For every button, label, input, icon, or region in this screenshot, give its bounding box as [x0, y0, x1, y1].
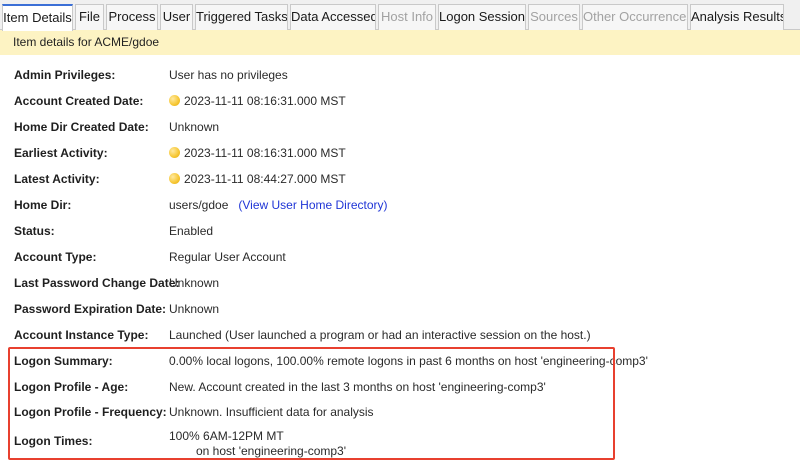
tab-sources[interactable]: Sources [528, 4, 580, 30]
detail-label: Account Created Date: [14, 94, 144, 108]
info-bar: Item details for ACME/gdoe [0, 30, 800, 55]
detail-row-last-password-change-date: Last Password Change Date: Unknown [0, 269, 800, 295]
detail-value: Enabled [169, 224, 214, 238]
detail-value-wrap: users/gdoe (View User Home Directory) [169, 198, 388, 212]
detail-label: Admin Privileges: [14, 68, 116, 82]
logon-info-highlight-box [8, 347, 615, 460]
detail-label: Home Dir: [14, 198, 72, 212]
detail-value-wrap: 2023-11-11 08:16:31.000 MST [169, 94, 346, 108]
detail-value: Regular User Account [169, 250, 286, 264]
detail-row-admin-privileges: Admin Privileges: User has no privileges [0, 61, 800, 87]
tab-host-info[interactable]: Host Info [378, 4, 436, 30]
detail-label: Earliest Activity: [14, 146, 108, 160]
detail-row-earliest-activity: Earliest Activity: 2023-11-11 08:16:31.0… [0, 139, 800, 165]
view-home-directory-link[interactable]: (View User Home Directory) [238, 198, 387, 212]
detail-row-home-dir-created-date: Home Dir Created Date: Unknown [0, 113, 800, 139]
detail-row-account-created-date: Account Created Date: 2023-11-11 08:16:3… [0, 87, 800, 113]
detail-value-wrap: 2023-11-11 08:16:31.000 MST [169, 146, 346, 160]
detail-label: Status: [14, 224, 55, 238]
tab-data-accessed[interactable]: Data Accessed [290, 4, 376, 30]
yellow-dot-icon [169, 95, 180, 106]
detail-row-password-expiration-date: Password Expiration Date: Unknown [0, 295, 800, 321]
yellow-dot-icon [169, 173, 180, 184]
tab-user[interactable]: User [160, 4, 193, 30]
detail-row-latest-activity: Latest Activity: 2023-11-11 08:44:27.000… [0, 165, 800, 191]
detail-row-account-instance-type: Account Instance Type: Launched (User la… [0, 321, 800, 347]
detail-row-home-dir: Home Dir: users/gdoe (View User Home Dire… [0, 191, 800, 217]
detail-value: Unknown [169, 302, 220, 316]
detail-value: users/gdoe [169, 198, 229, 212]
tab-analysis-results[interactable]: Analysis Results [690, 4, 784, 30]
detail-value: 2023-11-11 08:16:31.000 MST [184, 94, 346, 108]
detail-value: 2023-11-11 08:16:31.000 MST [184, 146, 346, 160]
detail-label: Account Instance Type: [14, 328, 149, 342]
detail-row-status: Status: Enabled [0, 217, 800, 243]
detail-row-account-type: Account Type: Regular User Account [0, 243, 800, 269]
detail-label: Latest Activity: [14, 172, 100, 186]
detail-value: User has no privileges [169, 68, 288, 82]
tab-triggered-tasks[interactable]: Triggered Tasks [195, 4, 288, 30]
detail-value: Unknown [169, 120, 220, 134]
detail-label: Password Expiration Date: [14, 302, 167, 316]
tab-process[interactable]: Process [106, 4, 158, 30]
detail-label: Home Dir Created Date: [14, 120, 149, 134]
detail-value: Unknown [169, 276, 220, 290]
detail-label: Account Type: [14, 250, 97, 264]
tab-logon-session[interactable]: Logon Session [438, 4, 526, 30]
detail-value: Launched (User launched a program or had… [169, 328, 591, 342]
tab-item-details[interactable]: Item Details [2, 4, 73, 31]
yellow-dot-icon [169, 147, 180, 158]
detail-value: 2023-11-11 08:44:27.000 MST [184, 172, 346, 186]
tab-other-occurrences[interactable]: Other Occurrences [582, 4, 688, 30]
tab-file[interactable]: File [75, 4, 104, 30]
detail-label: Last Password Change Date: [14, 276, 180, 290]
detail-value-wrap: 2023-11-11 08:44:27.000 MST [169, 172, 346, 186]
tab-bar: Item Details File Process User Triggered… [0, 0, 800, 31]
